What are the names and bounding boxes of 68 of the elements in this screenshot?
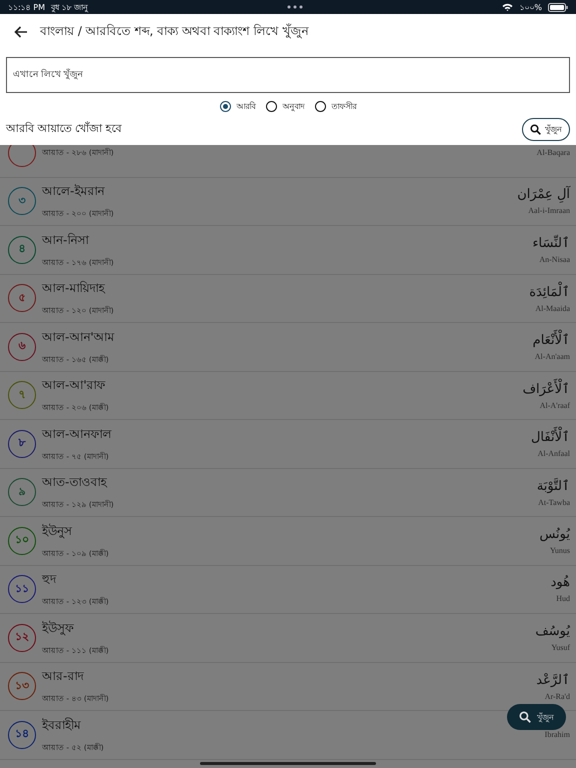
latin-name: Yunus	[550, 546, 570, 555]
radio-button[interactable]	[220, 101, 230, 112]
surah-number: ৯	[8, 478, 36, 506]
arabic-name: ٱلْأَنْعَام	[532, 332, 570, 348]
surah-number: ১০	[8, 526, 36, 555]
surah-number: ৭	[8, 381, 36, 410]
arabic-name: ٱلنِّسَاء	[532, 235, 570, 252]
radio-label[interactable]: অনুবাদ	[282, 100, 304, 113]
surah-number: ৬	[8, 332, 36, 361]
latin-name: At-Tawba	[538, 498, 570, 507]
back-arrow-icon[interactable]	[14, 26, 28, 38]
radio-label[interactable]: তাফসীর	[332, 100, 356, 113]
latin-name: Al-A'raaf	[540, 400, 570, 410]
surah-name: আল-আন'আম	[42, 328, 115, 346]
status-time: ১১:১৪ PM	[8, 2, 45, 14]
arabic-name: ٱلْمَائِدَة	[529, 284, 570, 300]
surah-name: আর-রাদ	[42, 668, 84, 686]
surah-name: হুদ	[42, 571, 56, 588]
search-button[interactable]: খুঁজুন	[522, 118, 570, 140]
arabic-name: هُود	[550, 575, 570, 590]
battery-icon	[548, 2, 568, 12]
latin-name: Al-Baqara	[536, 148, 570, 158]
surah-number: ১৪	[8, 720, 36, 749]
arabic-name: ٱلْأَنْفَال	[530, 429, 570, 446]
surah-number: ৮	[8, 430, 36, 458]
multitasking-icon[interactable]	[287, 5, 304, 9]
arabic-name: ٱلتَّوْبَة	[536, 478, 570, 494]
wifi-icon	[502, 3, 514, 11]
surah-name: আল-আনফাল	[42, 426, 112, 443]
search-fab[interactable]: খুঁজুন	[507, 704, 566, 730]
surah-name: আলে-ইমরান	[42, 183, 104, 200]
latin-name: Ibrahim	[544, 730, 570, 740]
latin-name: Ar-Ra'd	[544, 692, 570, 701]
surah-number: ১১	[8, 575, 36, 604]
arabic-name: يُوسُف	[535, 624, 570, 639]
latin-name: Hud	[556, 594, 570, 604]
latin-name: Al-An'aam	[534, 352, 570, 362]
radio-label[interactable]: আরবি	[236, 100, 256, 113]
search-field[interactable]: এখানে লিখে খুঁজুন	[6, 57, 570, 93]
surah-number: ৫	[8, 284, 36, 312]
surah-name: ইউসুফ	[42, 620, 74, 638]
status-date: বুধ ১৮ জানু	[50, 2, 88, 14]
surah-name: আল-আ'রাফ	[42, 377, 106, 394]
surah-number: ১২	[8, 624, 36, 652]
latin-name: Al-Maaida	[535, 304, 570, 313]
surah-number: ৩	[8, 187, 36, 216]
surah-number: ৪	[8, 236, 36, 264]
surah-name: আত-তাওবাহ	[42, 474, 106, 492]
radio-button[interactable]	[314, 101, 326, 112]
surah-name: ইবরাহীম	[42, 716, 81, 734]
search-mode-note: আরবি আয়াতে খোঁজা হবে	[6, 120, 122, 136]
battery-percent: ১০০%	[519, 2, 542, 14]
page-title: বাংলায় / আরবিতে শব্দ, বাক্য অথবা বাক্যাংশ লিখে খুঁজুন	[40, 22, 308, 40]
search-icon	[519, 711, 531, 723]
surah-number: ১৩	[8, 672, 36, 700]
latin-name: Yusuf	[551, 642, 570, 652]
latin-name: Al-Anfaal	[538, 449, 570, 458]
arabic-name: آلِ عِمْرَان	[517, 187, 570, 202]
latin-name: Aal-i-Imraan	[528, 206, 570, 216]
surah-name: আল-মায়িদাহ	[42, 280, 104, 298]
arabic-name: يُونُس	[539, 526, 570, 542]
surah-name: আন-নিসা	[42, 232, 88, 249]
surah-name: ইউনুস	[42, 522, 72, 540]
search-icon	[530, 124, 541, 134]
arabic-name: ٱلرَّعْد	[536, 672, 570, 688]
latin-name: An-Nisaa	[539, 255, 570, 264]
radio-button[interactable]	[266, 101, 276, 112]
arabic-name: ٱلْأَعْرَاف	[522, 380, 570, 397]
